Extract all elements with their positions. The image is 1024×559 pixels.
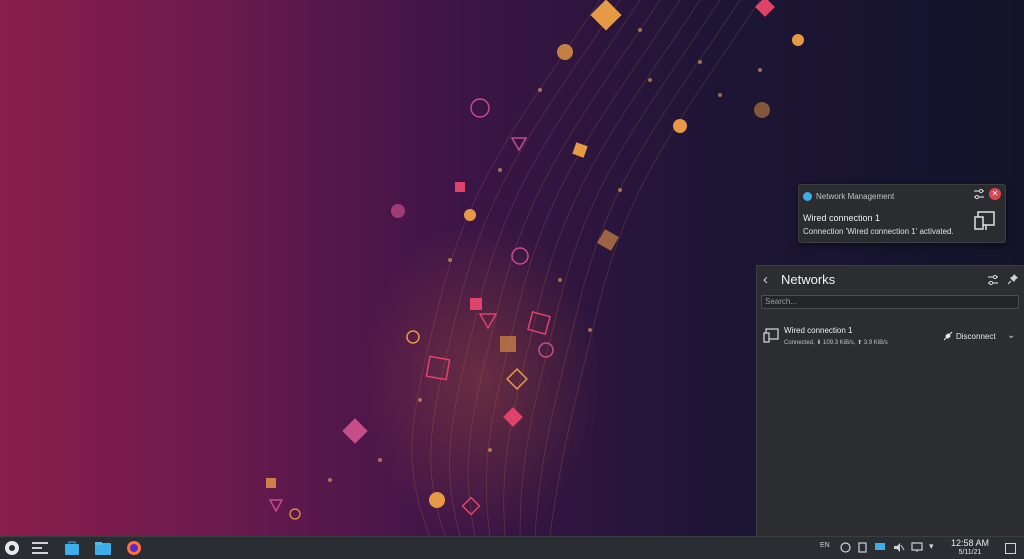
keyboard-layout-indicator[interactable]: EN <box>820 542 830 549</box>
display-icon[interactable] <box>874 542 886 553</box>
back-button[interactable]: ‹ <box>763 272 777 288</box>
networks-panel: ‹ Networks Wired connection 1 Connected,… <box>756 265 1024 537</box>
wired-network-icon <box>974 211 995 230</box>
notification-body: Connection 'Wired connection 1' activate… <box>803 227 954 236</box>
plug-disconnect-icon <box>943 331 953 341</box>
discover-store-icon[interactable] <box>63 540 81 556</box>
update-icon[interactable] <box>840 542 851 553</box>
volume-muted-icon[interactable] <box>893 542 905 553</box>
notification-header: Network Management <box>803 189 894 203</box>
tray-expand-arrow-icon[interactable]: ▾ <box>929 541 934 552</box>
chevron-left-icon: ‹ <box>763 271 768 288</box>
configure-network-icon[interactable] <box>987 274 999 286</box>
firefox-icon[interactable] <box>125 540 143 556</box>
file-manager-icon[interactable] <box>94 540 112 556</box>
clock-time: 12:58 AM <box>950 538 990 548</box>
disconnect-label: Disconnect <box>956 331 996 341</box>
panel-title: Networks <box>781 272 836 287</box>
taskbar: EN ▾ 12:58 AM 5/11/21 <box>0 536 1024 559</box>
digital-clock[interactable]: 12:58 AM 5/11/21 <box>944 538 996 557</box>
connection-item[interactable]: Wired connection 1 Connected, ⬇ 109.3 Ki… <box>761 322 1021 352</box>
configure-icon[interactable] <box>973 188 985 200</box>
network-notification[interactable]: Network Management ✕ Wired connection 1 … <box>798 184 1006 243</box>
clipboard-icon[interactable] <box>857 542 868 553</box>
disconnect-button[interactable]: Disconnect <box>943 331 996 341</box>
chevron-down-icon: ⌄ <box>1007 330 1016 341</box>
application-launcher-icon[interactable] <box>3 540 21 556</box>
clock-date: 5/11/21 <box>958 549 982 556</box>
connection-name: Wired connection 1 <box>784 326 853 335</box>
close-notification-button[interactable]: ✕ <box>989 188 1001 200</box>
connection-status: Connected, ⬇ 109.3 KiB/s, ⬆ 3.9 KiB/s <box>784 340 888 346</box>
network-management-icon <box>803 191 812 201</box>
show-desktop-button[interactable] <box>1005 543 1016 554</box>
notification-app-name: Network Management <box>816 191 895 201</box>
network-tray-icon[interactable] <box>911 542 923 553</box>
wired-connection-icon <box>763 328 779 343</box>
network-search-input[interactable] <box>761 295 1019 309</box>
pin-icon[interactable] <box>1007 273 1019 285</box>
system-settings-icon[interactable] <box>31 540 49 556</box>
close-icon: ✕ <box>991 189 999 198</box>
notification-title: Wired connection 1 <box>803 213 881 223</box>
expand-details-button[interactable]: ⌄ <box>1007 330 1015 341</box>
